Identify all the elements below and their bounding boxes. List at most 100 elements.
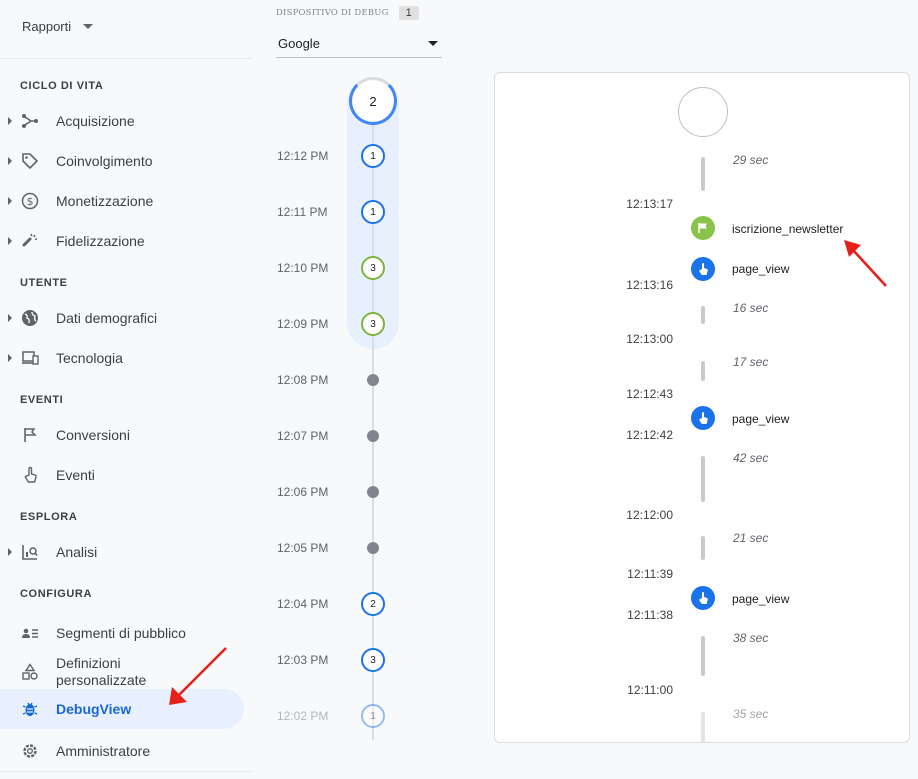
caret-down-icon xyxy=(83,24,94,29)
sidebar-item-monetizzazione[interactable]: $ Monetizzazione xyxy=(0,181,244,221)
minute-count-badge: 3 xyxy=(361,312,385,336)
section-title-configure: CONFIGURA xyxy=(20,588,93,600)
devices-icon xyxy=(20,348,40,368)
sidebar-item-dati-demografici[interactable]: Dati demografici xyxy=(0,298,244,338)
debug-device-selected: Google xyxy=(278,35,320,51)
gap-duration: 35 sec xyxy=(733,707,769,721)
gear-icon xyxy=(20,741,40,761)
minute-time: 12:05 PM xyxy=(277,541,329,555)
minute-row-1202[interactable]: 12:02 PM 1 xyxy=(270,704,410,728)
minute-row-1212[interactable]: 12:12 PM 1 xyxy=(270,144,410,168)
expand-arrow-icon xyxy=(8,314,12,322)
sidebar-item-analisi[interactable]: Analisi xyxy=(0,532,244,572)
minute-count-badge: 1 xyxy=(361,704,385,728)
debug-device-dropdown[interactable]: Google xyxy=(276,29,442,58)
empty-minute-dot xyxy=(367,486,379,498)
gap-bar xyxy=(701,536,705,560)
event-timestamp: 12:13:17 xyxy=(626,197,673,211)
event-name[interactable]: iscrizione_newsletter xyxy=(732,222,843,236)
minute-row-1209[interactable]: 12:09 PM 3 xyxy=(270,312,410,336)
minute-row-1204[interactable]: 12:04 PM 2 xyxy=(270,592,410,616)
minute-row-1211[interactable]: 12:11 PM 1 xyxy=(270,200,410,224)
event-timestamp: 12:11:38 xyxy=(627,608,673,622)
section-title-user: UTENTE xyxy=(20,277,68,289)
debug-device-label-text: DISPOSITIVO DI DEBUG xyxy=(276,8,389,18)
expand-arrow-icon xyxy=(8,548,12,556)
flag-icon xyxy=(20,425,40,445)
gap-duration: 21 sec xyxy=(733,531,769,545)
report-selector[interactable]: Rapporti xyxy=(22,19,94,34)
gap-duration: 16 sec xyxy=(733,301,769,315)
acquisition-icon xyxy=(20,111,40,131)
sidebar-item-label: DebugView xyxy=(56,700,132,717)
gap-bar xyxy=(701,361,705,381)
event-icon[interactable] xyxy=(691,586,715,610)
empty-minute-dot xyxy=(367,374,379,386)
minute-time: 12:07 PM xyxy=(277,429,329,443)
touch-icon xyxy=(699,412,708,424)
magnet-icon xyxy=(20,231,40,251)
gap-bar xyxy=(701,712,705,742)
sidebar-item-label: Tecnologia xyxy=(56,349,123,366)
event-name[interactable]: page_view xyxy=(732,262,789,276)
expand-arrow-icon xyxy=(8,237,12,245)
event-timestamp: 12:11:00 xyxy=(627,683,673,697)
event-timestamp: 12:11:39 xyxy=(627,567,673,581)
minute-row-1205[interactable]: 12:05 PM xyxy=(270,536,410,560)
sidebar-item-label: Eventi xyxy=(56,466,95,483)
sidebar-item-eventi[interactable]: Eventi xyxy=(0,455,244,495)
minute-count-badge: 3 xyxy=(361,648,385,672)
sidebar-divider xyxy=(0,58,252,59)
minute-time: 12:03 PM xyxy=(277,653,329,667)
event-stream-panel: 29 sec 12:13:17 iscrizione_newsletter pa… xyxy=(494,72,910,743)
audience-icon xyxy=(20,623,40,643)
sidebar-divider xyxy=(0,771,252,772)
svg-text:$: $ xyxy=(27,195,34,208)
expand-arrow-icon xyxy=(8,354,12,362)
minute-row-1206[interactable]: 12:06 PM xyxy=(270,480,410,504)
seconds-stream-toggle[interactable]: 2 xyxy=(349,77,397,125)
minute-time: 12:12 PM xyxy=(277,149,329,163)
sidebar-item-amministratore[interactable]: Amministratore xyxy=(0,731,244,771)
sidebar-item-label: Segmenti di pubblico xyxy=(56,624,186,641)
event-timestamp: 12:12:43 xyxy=(626,387,673,401)
expand-arrow-icon xyxy=(8,197,12,205)
analysis-icon xyxy=(20,542,40,562)
empty-minute-dot xyxy=(367,430,379,442)
sidebar-item-coinvolgimento[interactable]: Coinvolgimento xyxy=(0,141,244,181)
gap-duration: 42 sec xyxy=(733,451,769,465)
sidebar-item-acquisizione[interactable]: Acquisizione xyxy=(0,101,244,141)
gap-duration: 17 sec xyxy=(733,355,769,369)
conversion-event-icon[interactable] xyxy=(691,216,715,240)
minute-row-1207[interactable]: 12:07 PM xyxy=(270,424,410,448)
sidebar-item-label: Coinvolgimento xyxy=(56,152,153,169)
gap-bar xyxy=(701,456,705,502)
sidebar-item-label: Analisi xyxy=(56,543,98,560)
touch-icon xyxy=(699,263,708,275)
minute-count-badge: 3 xyxy=(361,256,385,280)
event-name[interactable]: page_view xyxy=(732,592,789,606)
gap-bar xyxy=(701,306,705,324)
minute-time: 12:10 PM xyxy=(277,261,329,275)
event-name[interactable]: page_view xyxy=(732,412,789,426)
event-timestamp: 12:12:00 xyxy=(626,508,673,522)
event-stream-top-circle xyxy=(678,87,728,137)
sidebar-item-fidelizzazione[interactable]: Fidelizzazione xyxy=(0,221,244,261)
event-icon[interactable] xyxy=(691,406,715,430)
top-count: 2 xyxy=(369,93,377,109)
sidebar-item-tecnologia[interactable]: Tecnologia xyxy=(0,338,244,378)
minute-row-1208[interactable]: 12:08 PM xyxy=(270,368,410,392)
minute-row-1203[interactable]: 12:03 PM 3 xyxy=(270,648,410,672)
sidebar-item-conversioni[interactable]: Conversioni xyxy=(0,415,244,455)
globe-icon xyxy=(20,308,40,328)
minute-time: 12:08 PM xyxy=(277,373,329,387)
minute-time: 12:06 PM xyxy=(277,485,329,499)
debug-device-count-badge: 1 xyxy=(398,6,419,20)
gap-bar xyxy=(701,157,705,191)
minutes-stream: 2 12:12 PM 1 12:11 PM 1 12:10 PM 3 12:09… xyxy=(270,70,410,779)
section-title-lifecycle: CICLO DI VITA xyxy=(20,80,104,92)
expand-arrow-icon xyxy=(8,157,12,165)
report-selector-label: Rapporti xyxy=(22,19,72,34)
minute-row-1210[interactable]: 12:10 PM 3 xyxy=(270,256,410,280)
event-icon[interactable] xyxy=(691,257,715,281)
